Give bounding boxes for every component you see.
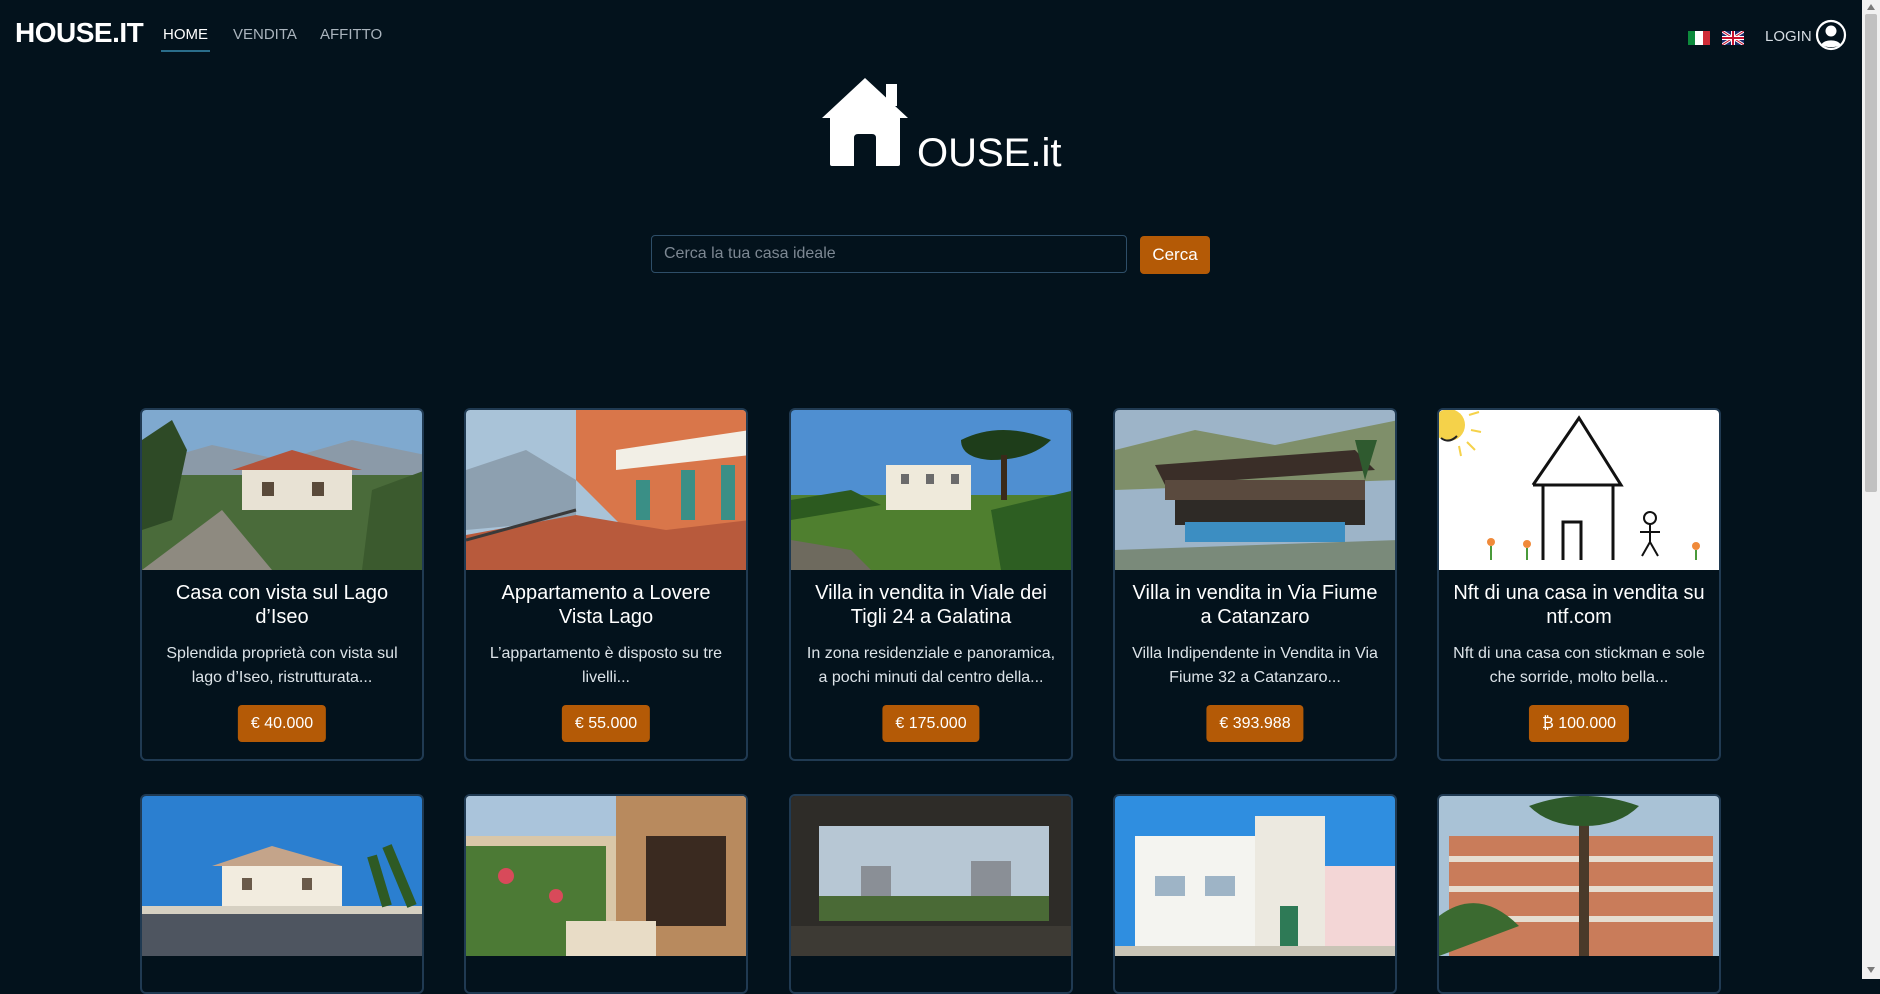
italian-flag-icon[interactable] [1688, 31, 1710, 45]
listing-title[interactable]: Villa in vendita in Via Fiume a Catanzar… [1129, 581, 1381, 629]
listing-photo[interactable] [791, 410, 1071, 570]
listing-card[interactable]: Nft di una casa in vendita su ntf.com Nf… [1437, 408, 1721, 761]
nav-vendita-link[interactable]: VENDITA [233, 26, 297, 43]
listing-description: Splendida proprietà con vista sul lago d… [166, 645, 398, 686]
scrollbar-thumb[interactable] [1865, 14, 1877, 492]
nav-affitto-link[interactable]: AFFITTO [320, 26, 382, 43]
listing-photo[interactable] [1439, 796, 1719, 956]
search-button[interactable]: Cerca [1140, 236, 1210, 274]
listing-card[interactable] [789, 794, 1073, 994]
listing-card[interactable] [464, 794, 748, 994]
scroll-up-arrow-icon[interactable] [1867, 4, 1875, 10]
listing-card[interactable]: Villa in vendita in Via Fiume a Catanzar… [1113, 408, 1397, 761]
hero-title: OUSE.it [917, 131, 1062, 175]
listing-photo[interactable] [466, 796, 746, 956]
listing-photo[interactable] [791, 796, 1071, 956]
listing-card[interactable] [140, 794, 424, 994]
search-input[interactable] [651, 235, 1127, 273]
listing-card[interactable]: Casa con vista sul Lago d’Iseo Splendida… [140, 408, 424, 761]
listing-description: L’appartamento è disposto su tre livelli… [489, 645, 723, 686]
price-button[interactable]: € 55.000 [561, 705, 651, 742]
listing-photo[interactable] [142, 410, 422, 570]
listing-description: In zona residenziale e panoramica, a poc… [806, 645, 1056, 686]
price-button[interactable]: € 40.000 [237, 705, 327, 742]
uk-flag-icon[interactable] [1722, 31, 1744, 45]
listing-card[interactable] [1113, 794, 1397, 994]
listing-photo[interactable] [1115, 410, 1395, 570]
navbar: HOUSE.IT HOME VENDITA AFFITTO LOGIN [0, 0, 1862, 70]
listing-description: Villa Indipendente in Vendita in Via Fiu… [1132, 645, 1378, 686]
price-button[interactable]: € 175.000 [882, 705, 980, 742]
listing-title[interactable]: Casa con vista sul Lago d’Iseo [156, 581, 408, 629]
listing-card[interactable] [1437, 794, 1721, 994]
listing-photo[interactable] [1115, 796, 1395, 956]
house-icon [820, 76, 910, 168]
brand-logo[interactable]: HOUSE.IT [15, 17, 144, 49]
listing-photo[interactable] [1439, 410, 1719, 570]
login-link[interactable]: LOGIN [1765, 28, 1812, 45]
vertical-scrollbar[interactable] [1862, 0, 1880, 979]
listing-title[interactable]: Villa in vendita in Viale dei Tigli 24 a… [805, 581, 1057, 629]
listing-photo[interactable] [466, 410, 746, 570]
listing-title[interactable]: Nft di una casa in vendita su ntf.com [1453, 581, 1705, 629]
listing-title[interactable]: Appartamento a Lovere Vista Lago [480, 581, 732, 629]
listing-card[interactable]: Appartamento a Lovere Vista Lago L’appar… [464, 408, 748, 761]
price-button[interactable]: € 393.988 [1206, 705, 1304, 742]
scroll-down-arrow-icon[interactable] [1867, 967, 1875, 973]
user-account-icon[interactable] [1815, 19, 1847, 51]
price-button[interactable]: ₿ 100.000 [1528, 705, 1630, 742]
listing-photo[interactable] [142, 796, 422, 956]
listing-description: Nft di una casa con stickman e sole che … [1453, 645, 1705, 686]
listing-card[interactable]: Villa in vendita in Viale dei Tigli 24 a… [789, 408, 1073, 761]
nav-home-link[interactable]: HOME [161, 26, 210, 52]
